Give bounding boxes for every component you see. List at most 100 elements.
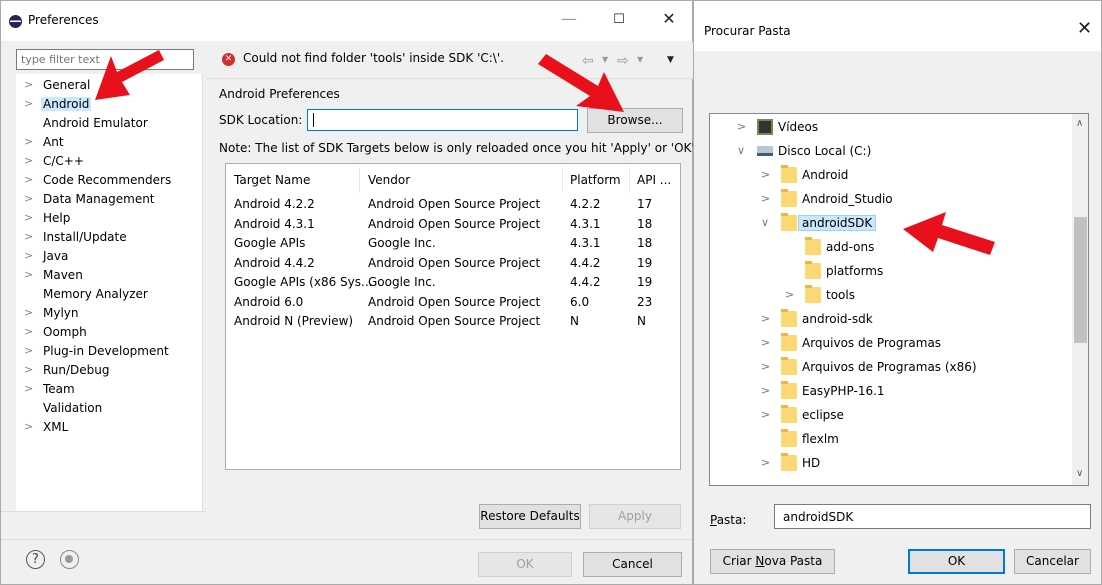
sdk-location-label: SDK Location: — [219, 113, 303, 127]
column-divider[interactable] — [562, 167, 563, 193]
view-menu-icon[interactable]: ▼ — [667, 55, 674, 65]
chevron-right-icon[interactable]: > — [24, 268, 34, 281]
cell-vendor: Google Inc. — [368, 275, 436, 289]
page-title: Android Preferences — [219, 87, 340, 101]
close-button[interactable]: ✕ — [1077, 18, 1092, 39]
folder-item-label: Arquivos de Programas (x86) — [802, 360, 977, 374]
text-caret — [313, 113, 314, 127]
tree-item-label: Maven — [43, 268, 83, 282]
ok-button[interactable]: OK — [908, 549, 1005, 574]
chevron-right-icon[interactable]: > — [24, 420, 34, 433]
chevron-right-icon[interactable]: > — [24, 249, 34, 262]
cell-platform: 4.2.2 — [570, 197, 601, 211]
chevron-right-icon[interactable]: > — [24, 382, 34, 395]
tree-item-label: Validation — [43, 401, 103, 415]
tree-item-label: C/C++ — [43, 154, 84, 168]
column-divider[interactable] — [359, 167, 360, 193]
column-header-vendor[interactable]: Vendor — [368, 173, 410, 187]
sdk-location-input[interactable] — [307, 109, 578, 131]
forward-arrow-icon[interactable]: ⇨ — [617, 53, 629, 69]
chevron-right-icon[interactable]: > — [24, 211, 34, 224]
chevron-right-icon[interactable]: > — [24, 154, 34, 167]
folder-icon — [781, 453, 797, 471]
folder-icon — [781, 309, 797, 327]
chevron-right-icon[interactable]: > — [24, 173, 34, 186]
filter-input[interactable] — [16, 49, 194, 70]
chevron-right-icon[interactable]: > — [24, 306, 34, 319]
tree-item-label: Android — [41, 97, 92, 111]
chevron-right-icon[interactable]: > — [24, 344, 34, 357]
tree-item-label: Plug-in Development — [43, 344, 169, 358]
tree-item-label: Data Management — [43, 192, 155, 206]
cancel-button[interactable]: Cancelar — [1014, 549, 1091, 574]
chevron-right-icon[interactable]: > — [761, 408, 773, 421]
vertical-scrollbar[interactable]: ∧ ∨ — [1072, 114, 1088, 485]
scroll-down-icon[interactable]: ∨ — [1076, 468, 1083, 479]
scroll-up-icon[interactable]: ∧ — [1076, 118, 1083, 129]
cell-target-name: Android 4.4.2 — [234, 255, 315, 270]
minimize-button[interactable]: — — [546, 9, 592, 33]
column-header-platform[interactable]: Platform — [570, 173, 621, 187]
folder-item-label: androidSDK — [797, 215, 877, 231]
chevron-right-icon[interactable]: > — [24, 78, 34, 91]
folder-tree: ∧ ∨ > Vídeos ∨ Disco Local (C:) > Android > And… — [709, 113, 1089, 486]
chevron-right-icon[interactable]: > — [761, 336, 773, 349]
cell-api: 18 — [637, 236, 653, 250]
maximize-button[interactable]: ☐ — [596, 12, 642, 36]
ok-button[interactable]: OK — [478, 552, 572, 577]
chevron-right-icon[interactable]: > — [761, 360, 773, 373]
column-divider[interactable] — [629, 167, 630, 193]
restore-defaults-button[interactable]: Restore Defaults — [479, 504, 581, 529]
forward-dropdown-icon[interactable]: ▼ — [637, 55, 643, 64]
chevron-right-icon[interactable]: > — [24, 325, 34, 338]
cell-api: 19 — [637, 275, 653, 289]
cell-platform: 4.4.2 — [570, 275, 601, 289]
chevron-right-icon[interactable]: > — [761, 312, 773, 325]
folder-label: Pasta: — [710, 513, 746, 527]
folder-icon — [781, 333, 797, 351]
folder-input[interactable]: androidSDK — [774, 504, 1091, 529]
chevron-right-icon[interactable]: > — [737, 120, 749, 133]
dialog-titlebar: Procurar Pasta ✕ — [694, 1, 1101, 51]
chevron-right-icon[interactable]: > — [24, 135, 34, 148]
back-dropdown-icon[interactable]: ▼ — [602, 55, 608, 64]
tree-item-label: Run/Debug — [43, 363, 110, 377]
help-icon[interactable]: ? — [26, 550, 45, 569]
cell-platform: 6.0 — [570, 294, 590, 309]
chevron-right-icon[interactable]: > — [761, 456, 773, 469]
close-button[interactable]: ✕ — [646, 9, 692, 33]
cell-target-name: Android N (Preview) — [234, 314, 354, 328]
scroll-thumb[interactable] — [1074, 217, 1087, 343]
tree-item-label: Help — [43, 211, 71, 225]
chevron-right-icon[interactable]: > — [24, 230, 34, 243]
chevron-right-icon[interactable]: > — [24, 97, 34, 110]
chevron-right-icon[interactable]: > — [761, 168, 773, 181]
folder-item-label: flexlm — [802, 432, 839, 446]
cell-vendor: Google Inc. — [368, 236, 436, 250]
tree-item-label: Ant — [43, 135, 64, 149]
new-folder-button[interactable]: Criar Nova Pasta — [710, 549, 835, 574]
chevron-down-icon[interactable]: ∨ — [761, 216, 773, 229]
cell-platform: N — [570, 314, 579, 328]
back-arrow-icon[interactable]: ⇦ — [582, 53, 594, 69]
apply-button[interactable]: Apply — [589, 504, 681, 529]
message-bar: ✕ Could not find folder 'tools' inside S… — [206, 42, 693, 78]
chevron-right-icon[interactable]: > — [785, 288, 797, 301]
column-header-target-name[interactable]: Target Name — [234, 173, 310, 187]
browse-button[interactable]: Browse... — [587, 108, 683, 133]
chevron-down-icon[interactable]: ∨ — [737, 144, 749, 157]
record-icon[interactable] — [60, 550, 79, 569]
cell-vendor: Android Open Source Project — [368, 314, 541, 328]
folder-icon — [781, 381, 797, 399]
chevron-right-icon[interactable]: > — [24, 192, 34, 205]
dialog-title: Procurar Pasta — [704, 24, 791, 38]
cancel-button[interactable]: Cancel — [583, 552, 682, 577]
tree-item-label: Mylyn — [43, 306, 79, 320]
folder-icon — [805, 285, 821, 303]
chevron-right-icon[interactable]: > — [761, 192, 773, 205]
chevron-right-icon[interactable]: > — [761, 384, 773, 397]
button-text: ova Pasta — [764, 554, 823, 568]
chevron-right-icon[interactable]: > — [24, 363, 34, 376]
eclipse-icon — [9, 15, 22, 28]
column-header-api[interactable]: API ... — [637, 173, 671, 187]
